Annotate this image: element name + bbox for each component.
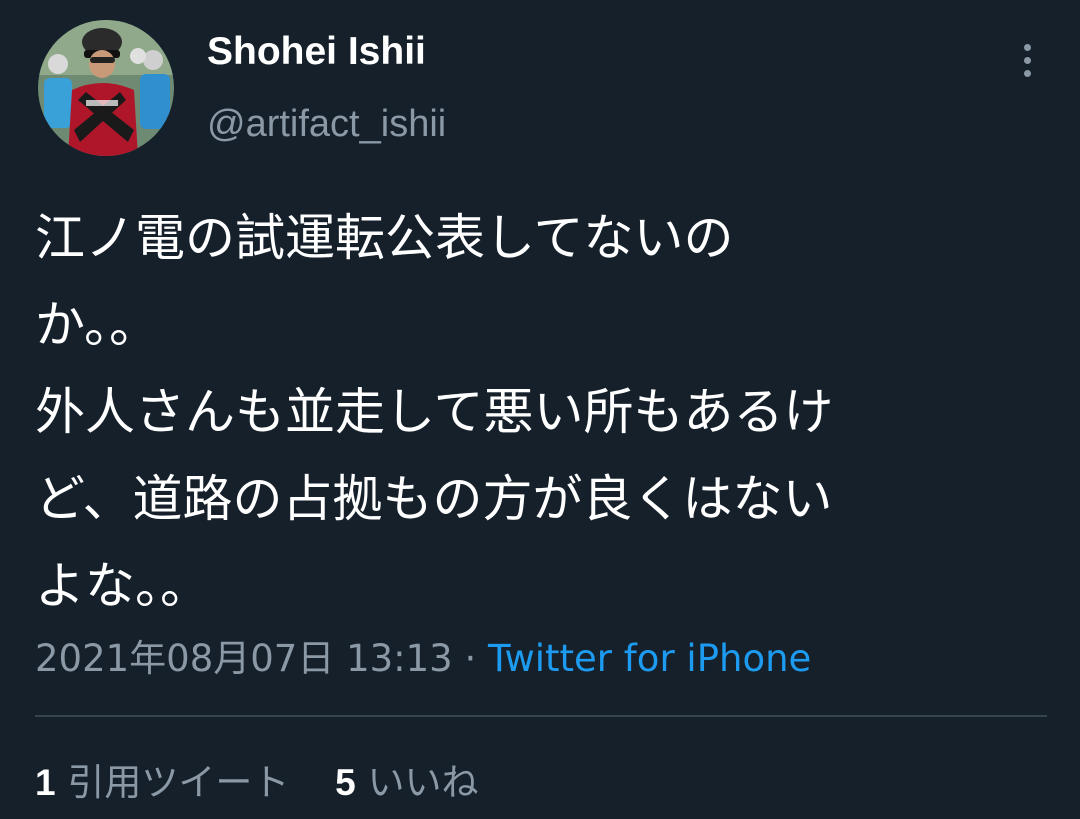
likes-stat[interactable]: 5 いいね bbox=[335, 752, 478, 806]
tweet-text-line: ど、道路の占拠もの方が良くはない bbox=[35, 470, 833, 528]
like-label: いいね bbox=[367, 761, 479, 804]
quote-label: 引用ツイート bbox=[67, 761, 290, 804]
tweet-text-line: よな。。 bbox=[35, 557, 210, 615]
avatar[interactable] bbox=[38, 20, 174, 156]
meta-separator: · bbox=[464, 637, 477, 680]
quote-tweets-stat[interactable]: 1 引用ツイート bbox=[35, 752, 289, 806]
more-vertical-icon[interactable] bbox=[1005, 38, 1049, 82]
tweet-text-line: 江ノ電の試運転公表してないの bbox=[35, 209, 734, 267]
tweet-stats: 1 引用ツイート 5 いいね bbox=[35, 752, 512, 806]
more-dot bbox=[1023, 69, 1031, 77]
tweet-source-link[interactable]: Twitter for iPhone bbox=[488, 637, 811, 680]
tweet-timestamp[interactable]: 2021年08月07日 13:13 bbox=[35, 637, 453, 680]
divider bbox=[35, 715, 1047, 717]
tweet-text-line: 外人さんも並走して悪い所もあるけ bbox=[35, 383, 834, 441]
more-dot bbox=[1023, 43, 1031, 51]
avatar-image bbox=[38, 20, 174, 156]
more-dot bbox=[1023, 56, 1031, 64]
like-count: 5 bbox=[335, 762, 356, 803]
display-name[interactable]: Shohei Ishii bbox=[207, 30, 426, 74]
tweet-text: 江ノ電の試運転公表してないの か。。 外人さんも並走して悪い所もあるけ ど、道路… bbox=[35, 195, 1047, 630]
tweet-meta: 2021年08月07日 13:13 · Twitter for iPhone bbox=[35, 628, 811, 682]
user-handle[interactable]: @artifact_ishii bbox=[207, 103, 446, 146]
quote-count: 1 bbox=[35, 762, 56, 803]
tweet-text-line: か。。 bbox=[35, 296, 159, 354]
